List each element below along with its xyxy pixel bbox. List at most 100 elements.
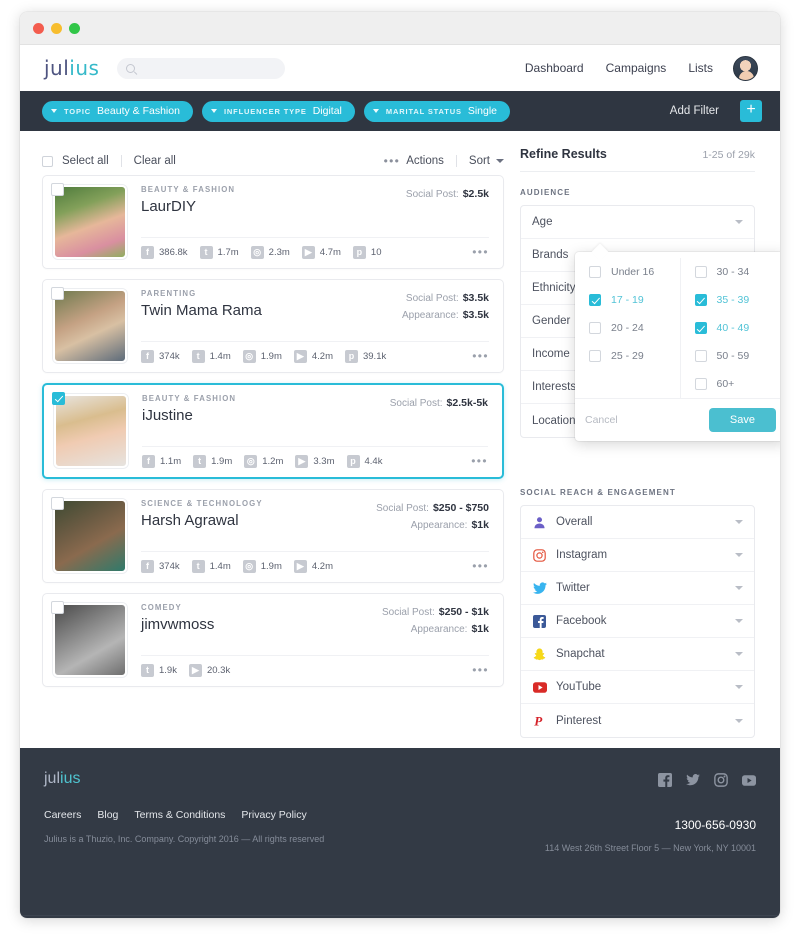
checkbox[interactable] [589, 350, 601, 362]
nav-item-lists[interactable]: Lists [688, 61, 713, 75]
instagram-icon: ◎ [250, 245, 264, 259]
youtube-icon: ▶ [293, 349, 307, 363]
checkbox[interactable] [589, 322, 601, 334]
maximize-window-icon[interactable] [69, 22, 80, 34]
add-filter-label[interactable]: Add Filter [670, 105, 719, 117]
age-options-right: 30 - 34 35 - 39 40 - 49 50 - 59 60+ [681, 258, 781, 398]
checkbox[interactable] [694, 350, 707, 362]
card-select-checkbox[interactable] [51, 287, 64, 300]
footer-link-careers[interactable]: Careers [44, 809, 81, 821]
stat-value: 1.9k [159, 664, 177, 676]
sort-button[interactable]: Sort [469, 155, 490, 167]
nav-item-campaigns[interactable]: Campaigns [606, 61, 667, 75]
refine-sidebar: Refine Results 1-25 of 29k AUDIENCE Age … [520, 147, 780, 748]
filter-row-instagram[interactable]: Instagram [521, 539, 754, 572]
cancel-button[interactable]: Cancel [585, 414, 618, 426]
twitter-icon: t [141, 663, 154, 677]
filter-pill-influencer-type[interactable]: INFLUENCER TYPE Digital [201, 100, 355, 122]
card-more-button[interactable]: ••• [472, 559, 489, 573]
youtube-icon: ▶ [188, 663, 202, 677]
influencer-card[interactable]: PARENTING Twin Mama Rama Social Post: $3.… [42, 279, 504, 373]
facebook-icon[interactable] [658, 773, 672, 787]
age-option-30-34[interactable]: 30 - 34 [681, 258, 781, 286]
card-select-checkbox[interactable] [52, 392, 65, 405]
refine-title: Refine Results [520, 147, 607, 161]
stat-pinterest: p 10 [352, 245, 382, 259]
filter-pill-key: INFLUENCER TYPE [223, 106, 307, 116]
select-all-checkbox[interactable] [42, 155, 53, 167]
instagram-icon[interactable] [714, 773, 728, 787]
filter-row-pinterest[interactable]: P Pinterest [521, 704, 754, 737]
footer-link-blog[interactable]: Blog [97, 809, 118, 821]
actions-button[interactable]: Actions [406, 155, 444, 167]
footer-link-terms[interactable]: Terms & Conditions [134, 809, 225, 821]
filter-pill-marital-status[interactable]: MARITAL STATUS Single [363, 100, 511, 122]
stat-value: 10 [370, 246, 382, 258]
svg-text:P: P [534, 714, 543, 728]
price-list: Social Post: $250 - $750 Appearance: $1k [376, 499, 489, 534]
checkbox[interactable] [694, 266, 707, 278]
age-option-35-39[interactable]: 35 - 39 [681, 286, 781, 314]
age-option-25-29[interactable]: 25 - 29 [575, 342, 680, 370]
filter-row-youtube[interactable]: YouTube [521, 671, 754, 704]
search-input[interactable] [117, 57, 286, 79]
card-more-button[interactable]: ••• [471, 454, 488, 468]
card-header: COMEDY jimvwmoss Social Post: $250 - $1k … [141, 603, 489, 638]
checkbox[interactable] [694, 322, 707, 334]
filter-label: Snapchat [556, 648, 605, 660]
select-all-label[interactable]: Select all [62, 155, 109, 167]
card-more-button[interactable]: ••• [472, 349, 489, 363]
filter-row-snapchat[interactable]: Snapchat [521, 638, 754, 671]
filter-row-overall[interactable]: Overall [521, 506, 754, 539]
checkbox[interactable] [589, 266, 601, 278]
facebook-icon: f [142, 454, 155, 468]
chevron-down-icon [735, 586, 743, 590]
influencer-card[interactable]: SCIENCE & TECHNOLOGY Harsh Agrawal Socia… [42, 489, 504, 583]
chevron-down-icon [372, 109, 379, 113]
filter-row-age[interactable]: Age [521, 206, 754, 239]
add-filter-button[interactable]: + [740, 100, 762, 122]
top-navigation: julius Dashboard Campaigns Lists [20, 45, 780, 91]
age-option-60-plus[interactable]: 60+ [681, 370, 781, 398]
card-select-checkbox[interactable] [51, 183, 64, 196]
clear-all-button[interactable]: Clear all [134, 155, 176, 167]
card-more-button[interactable]: ••• [472, 663, 489, 677]
age-option-label: 25 - 29 [611, 350, 644, 362]
filter-row-facebook[interactable]: Facebook [521, 605, 754, 638]
card-header: SCIENCE & TECHNOLOGY Harsh Agrawal Socia… [141, 499, 489, 534]
julius-logo[interactable]: julius [44, 56, 99, 80]
checkbox[interactable] [694, 294, 707, 306]
age-option-50-59[interactable]: 50 - 59 [681, 342, 781, 370]
youtube-icon [532, 680, 547, 695]
save-button[interactable]: Save [708, 408, 776, 432]
age-option-40-49[interactable]: 40 - 49 [681, 314, 781, 342]
card-more-button[interactable]: ••• [472, 245, 489, 259]
influencer-card[interactable]: COMEDY jimvwmoss Social Post: $250 - $1k … [42, 593, 504, 687]
filter-pill-topic[interactable]: TOPIC Beauty & Fashion [42, 100, 193, 122]
minimize-window-icon[interactable] [51, 22, 62, 34]
card-select-checkbox[interactable] [51, 497, 64, 510]
footer-link-privacy[interactable]: Privacy Policy [241, 809, 306, 821]
age-option-label: Under 16 [611, 266, 655, 278]
youtube-icon: ▶ [293, 559, 307, 573]
avatar[interactable] [733, 55, 758, 81]
influencer-card-selected[interactable]: BEAUTY & FASHION iJustine Social Post: $2… [42, 383, 504, 479]
age-option-20-24[interactable]: 20 - 24 [575, 314, 680, 342]
card-select-checkbox[interactable] [51, 601, 64, 614]
filter-row-twitter[interactable]: Twitter [521, 572, 754, 605]
close-window-icon[interactable] [33, 22, 44, 34]
twitter-icon[interactable] [686, 773, 700, 787]
influencer-card[interactable]: BEAUTY & FASHION LaurDIY Social Post: $2.… [42, 175, 504, 269]
age-option-17-19[interactable]: 17 - 19 [575, 286, 680, 314]
footer-logo[interactable]: julius [44, 770, 80, 788]
price-label: Appearance: [410, 520, 468, 531]
age-options-grid: Under 16 17 - 19 20 - 24 25 - 29 30 - 34… [575, 252, 780, 398]
chevron-down-icon[interactable] [496, 159, 504, 163]
youtube-icon[interactable] [742, 773, 756, 787]
checkbox[interactable] [589, 294, 601, 306]
card-body: SCIENCE & TECHNOLOGY Harsh Agrawal Socia… [141, 499, 489, 573]
checkbox[interactable] [694, 378, 707, 390]
age-option-under-16[interactable]: Under 16 [575, 258, 680, 286]
footer-phone[interactable]: 1300-656-0930 [545, 818, 756, 832]
nav-item-dashboard[interactable]: Dashboard [525, 61, 584, 75]
